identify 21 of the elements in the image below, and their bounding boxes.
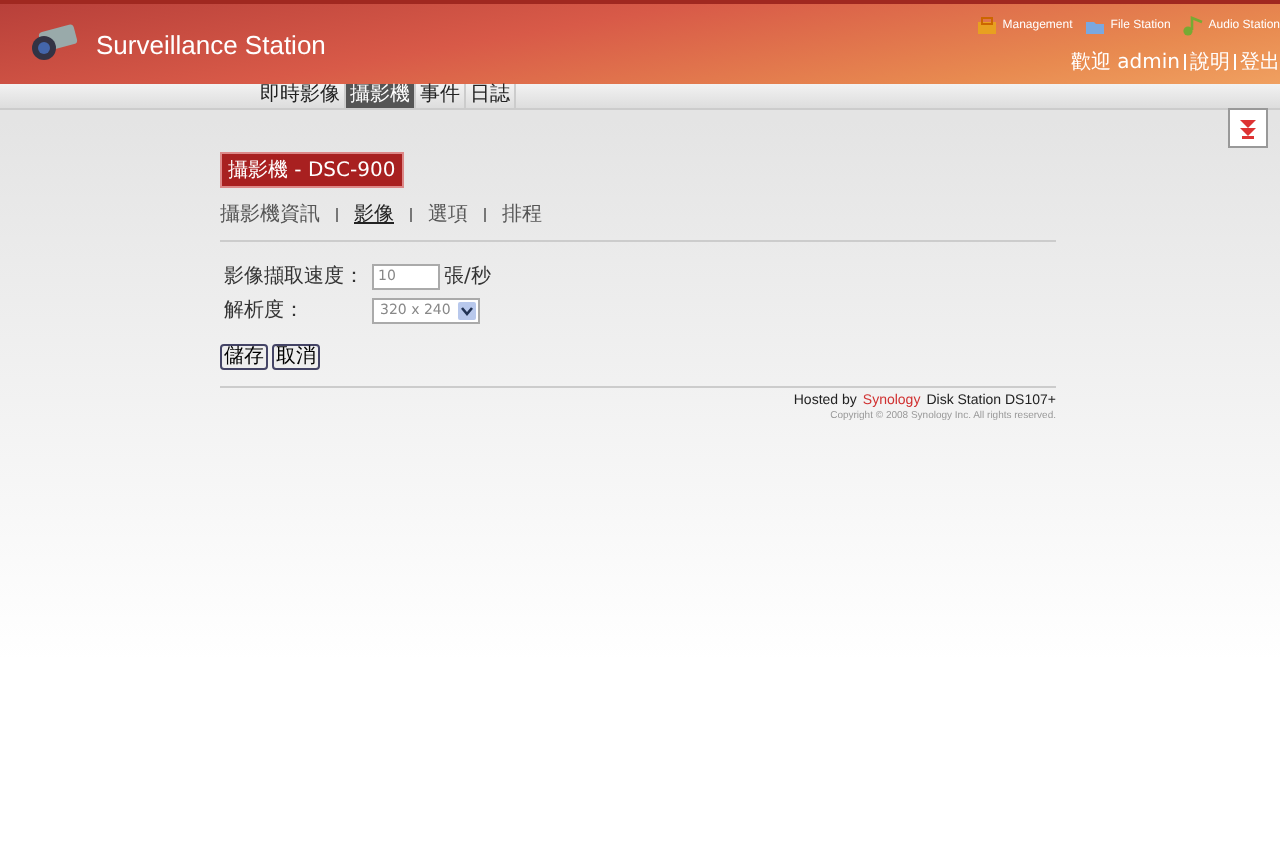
field-label: 影像擷取速度： — [224, 263, 366, 290]
nav-tab[interactable]: 攝影機 — [346, 84, 416, 108]
sub-tab[interactable]: 選項 — [428, 200, 468, 228]
double-arrow-down-icon — [1238, 117, 1258, 139]
nav-tab[interactable]: 事件 — [416, 84, 466, 108]
sub-tab[interactable]: 攝影機資訊 — [220, 200, 320, 228]
toolbox-icon — [976, 16, 999, 36]
camera-icon — [28, 22, 80, 66]
folder-icon — [1084, 16, 1107, 36]
camera-title: 攝影機 - DSC-900 — [220, 152, 404, 188]
form-button[interactable]: 取消 — [272, 344, 320, 370]
sub-tab[interactable]: 影像 — [354, 200, 394, 228]
unit-label: 張/秒 — [444, 263, 491, 290]
sub-tab[interactable]: 排程 — [502, 200, 542, 228]
field-label: 解析度： — [224, 297, 306, 324]
form-button[interactable]: 儲存 — [220, 344, 268, 370]
music-note-icon — [1182, 16, 1205, 36]
chevron-down-icon — [458, 301, 477, 319]
nav-tab[interactable]: 日誌 — [466, 84, 516, 108]
collapse-button[interactable] — [1228, 108, 1268, 148]
app-title: Surveillance Station — [96, 29, 326, 59]
